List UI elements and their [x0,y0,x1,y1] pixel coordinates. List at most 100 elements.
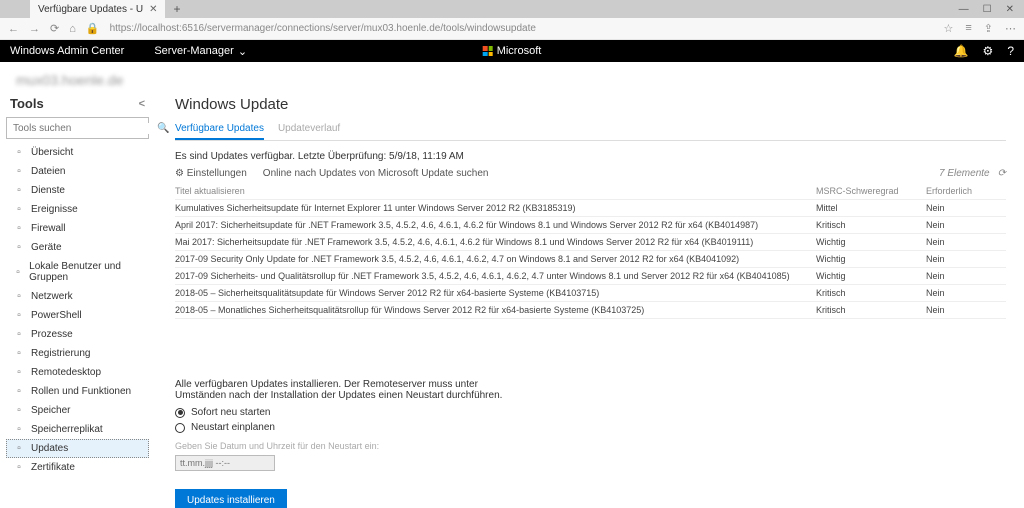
sidebar-item-label: Prozesse [31,329,73,340]
tool-icon: ▫ [13,185,25,196]
sidebar-item-label: Übersicht [31,147,73,158]
sidebar-item-label: Dienste [31,185,65,196]
back-icon[interactable]: ← [8,23,19,35]
tool-icon: ▫ [13,348,25,359]
star-icon[interactable]: ☆ [943,22,953,35]
sidebar-item[interactable]: ▫Updates [6,439,149,458]
cell-severity: Kritisch [816,305,926,315]
tools-search[interactable]: 🔍 [6,117,149,139]
cell-title: 2017-09 Security Only Update for .NET Fr… [175,254,816,264]
page-title: Windows Update [175,96,1006,113]
notification-icon[interactable]: 🔔 [954,44,969,58]
server-manager-menu[interactable]: Server-Manager ⌄ [154,45,247,58]
tool-icon: ▫ [13,310,25,321]
sidebar-item[interactable]: ▫ Lokale Benutzer und Gruppen [6,257,149,287]
updates-table: Titel aktualisieren MSRC-Schweregrad Erf… [175,183,1006,319]
radio-restart-schedule[interactable]: Neustart einplanen [175,420,1006,435]
sidebar-item[interactable]: ▫ Firewall [6,219,149,238]
col-title[interactable]: Titel aktualisieren [175,186,816,196]
sidebar-item-label: Lokale Benutzer und Gruppen [29,261,142,283]
table-row[interactable]: 2018-05 – Sicherheitsqualitätsupdate für… [175,285,1006,302]
reading-icon[interactable]: ≡ [965,22,971,35]
cell-required: Nein [926,254,1006,264]
sidebar-item[interactable]: ▫Speicher [6,401,149,420]
tool-icon: ▫ [13,147,25,158]
sidebar-item-label: Firewall [31,223,65,234]
col-required[interactable]: Erforderlich [926,186,1006,196]
forward-icon[interactable]: → [29,23,40,35]
new-tab-button[interactable]: + [165,2,188,16]
maximize-icon[interactable]: ☐ [983,4,992,15]
cell-severity: Wichtig [816,237,926,247]
sidebar-item[interactable]: ▫PowerShell [6,306,149,325]
minimize-icon[interactable]: — [959,4,969,15]
refresh-list-icon[interactable]: ⟳ [998,168,1006,179]
table-row[interactable]: 2018-05 – Monatliches Sicherheitsqualitä… [175,302,1006,319]
table-row[interactable]: Kumulatives Sicherheitsupdate für Intern… [175,200,1006,217]
close-window-icon[interactable]: ✕ [1006,4,1014,15]
home-icon[interactable]: ⌂ [69,23,76,35]
sidebar-item[interactable]: ▫ Registrierung [6,344,149,363]
cell-title: Kumulatives Sicherheitsupdate für Intern… [175,203,816,213]
sidebar-item[interactable]: ▫ Netzwerk [6,287,149,306]
main-content: Windows Update Verfügbare Updates Update… [155,62,1024,508]
share-icon[interactable]: ⇪ [984,22,993,35]
cell-required: Nein [926,220,1006,230]
sidebar-item[interactable]: ▫Dateien [6,162,149,181]
app-brand[interactable]: Windows Admin Center [10,45,124,57]
browser-tab[interactable]: Verfügbare Updates - U ✕ [30,0,165,18]
tool-icon: ▫ [13,291,25,302]
settings-link[interactable]: ⚙ Einstellungen [175,168,247,179]
tool-icon: ▫ [13,329,25,340]
sidebar-item[interactable]: ▫ Übersicht [6,143,149,162]
sidebar-item-label: Speicherreplikat [31,424,103,435]
gear-icon[interactable]: ⚙ [983,44,994,58]
collapse-icon[interactable]: < [139,98,145,110]
check-online-link[interactable]: Online nach Updates von Microsoft Update… [263,168,489,179]
table-row[interactable]: 2017-09 Security Only Update for .NET Fr… [175,251,1006,268]
sidebar-item-label: Ereignisse [31,204,78,215]
cell-title: April 2017: Sicherheitsupdate für .NET F… [175,220,816,230]
close-icon[interactable]: ✕ [149,4,157,15]
tab-available[interactable]: Verfügbare Updates [175,119,264,140]
col-severity[interactable]: MSRC-Schweregrad [816,186,926,196]
sidebar-item[interactable]: ▫Rollen und Funktionen [6,382,149,401]
browser-titlebar: Verfügbare Updates - U ✕ + — ☐ ✕ [0,0,1024,18]
tool-icon: ▫ [13,223,25,234]
sidebar-item-label: Netzwerk [31,291,73,302]
cell-required: Nein [926,271,1006,281]
sidebar-item-label: Speicher [31,405,70,416]
table-row[interactable]: Mai 2017: Sicherheitsupdate für .NET Fra… [175,234,1006,251]
table-row[interactable]: 2017-09 Sicherheits- und Qualitätsrollup… [175,268,1006,285]
sidebar-item[interactable]: ▫Remotedesktop [6,363,149,382]
schedule-date-input[interactable] [175,455,275,471]
sidebar-item-label: Rollen und Funktionen [31,386,131,397]
help-icon[interactable]: ? [1007,44,1014,58]
sidebar-item[interactable]: ▫ Dienste [6,181,149,200]
cell-title: 2018-05 – Monatliches Sicherheitsqualitä… [175,305,816,315]
server-name: mux03.hoenle.de [6,62,149,88]
tool-icon: ▫ [13,424,25,435]
sidebar-item-label: Dateien [31,166,65,177]
sidebar-item[interactable]: ▫Zertifikate [6,458,149,477]
tool-icon: ▫ [13,462,25,473]
sidebar-item-label: Registrierung [31,348,90,359]
tab-history[interactable]: Updateverlauf [278,119,340,140]
tool-icon: ▫ [13,267,23,278]
refresh-icon[interactable]: ⟳ [50,22,59,35]
sidebar-item[interactable]: ▫Geräte [6,238,149,257]
search-input[interactable] [7,123,151,134]
cell-required: Nein [926,203,1006,213]
sidebar-item[interactable]: ▫ Speicherreplikat [6,420,149,439]
more-icon[interactable]: ⋯ [1005,22,1016,35]
date-hint: Geben Sie Datum und Uhrzeit für den Neus… [175,441,1006,451]
tool-icon: ▫ [13,242,25,253]
sidebar-item[interactable]: ▫ Prozesse [6,325,149,344]
sidebar-item-label: Updates [31,443,68,454]
cell-required: Nein [926,288,1006,298]
radio-restart-now[interactable]: Sofort neu starten [175,405,1006,420]
table-row[interactable]: April 2017: Sicherheitsupdate für .NET F… [175,217,1006,234]
sidebar-item[interactable]: ▫Ereignisse [6,200,149,219]
install-button[interactable]: Updates installieren [175,489,287,508]
url-text[interactable]: https://localhost:6516/servermanager/con… [110,23,934,34]
